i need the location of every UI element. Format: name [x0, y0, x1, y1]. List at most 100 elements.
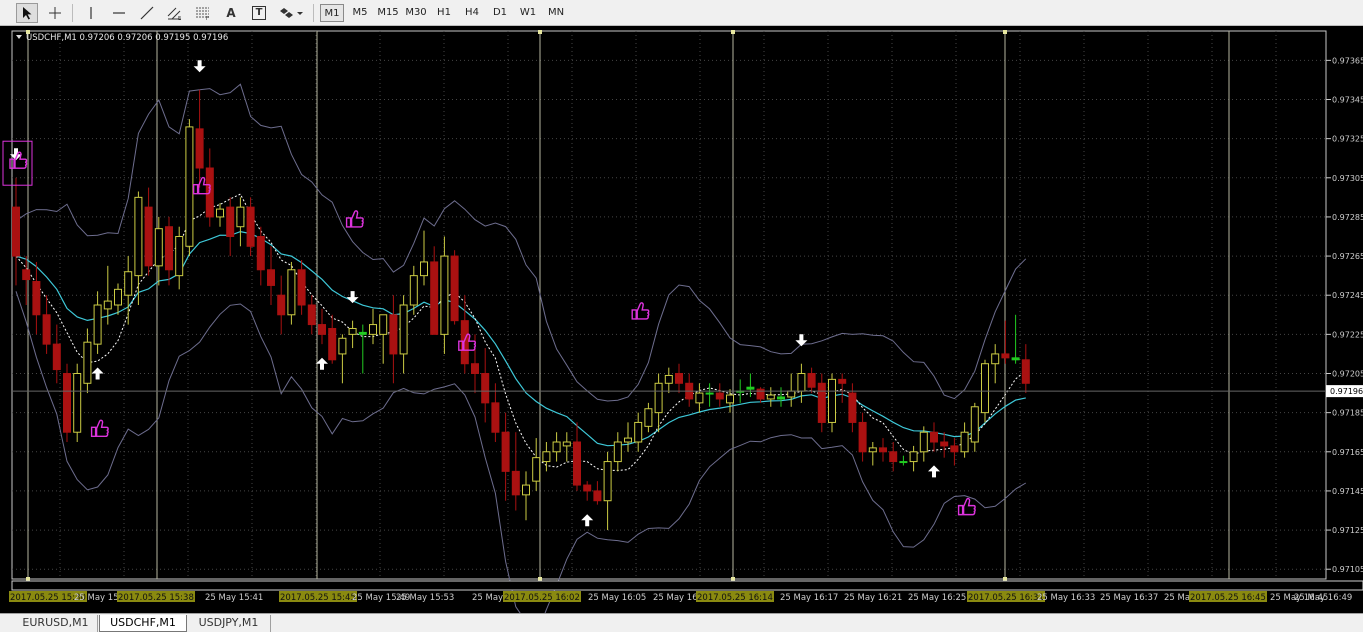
candle-body [858, 421, 867, 453]
trendline-tool[interactable] [136, 3, 158, 23]
text-label-tool[interactable]: T [248, 3, 270, 23]
candle-body [583, 484, 592, 492]
vline-handle[interactable] [26, 577, 30, 581]
candle-body [328, 327, 337, 361]
vline-handle[interactable] [1003, 30, 1007, 34]
candle-body [634, 421, 643, 443]
vline-handle[interactable] [538, 577, 542, 581]
x-tick-label: 25 May 16:25 [908, 593, 966, 603]
y-tick-label: 0.97165 [1332, 448, 1363, 457]
candle-body [430, 261, 439, 335]
candle-body [807, 373, 816, 388]
candle-body [777, 396, 785, 400]
x-tick-label: 2017.05.25 16:45 [1190, 593, 1266, 603]
tab-usdchf-m1[interactable]: USDCHF,M1 [99, 615, 187, 632]
x-tick-label: 25 May 16:33 [1037, 593, 1095, 603]
chart-tabs: EURUSD,M1 USDCHF,M1 USDJPY,M1 [0, 613, 1363, 632]
candle-body [981, 363, 989, 414]
timeframe-m1[interactable]: M1 [320, 4, 344, 22]
cursor-arrow-icon [23, 7, 32, 20]
tab-usdjpy-m1[interactable]: USDJPY,M1 [187, 615, 271, 632]
y-tick-label: 0.97145 [1332, 487, 1363, 496]
candle-body [297, 269, 306, 306]
candle-body [1021, 359, 1030, 384]
text-tool[interactable]: A [220, 3, 242, 23]
fibonacci-tool[interactable]: F [192, 3, 214, 23]
candle-body [960, 431, 969, 453]
cursor-tool[interactable] [16, 3, 38, 23]
x-tick-label: 25 May 16:05 [588, 593, 646, 603]
candle-body [593, 490, 602, 502]
candle-body [175, 236, 184, 277]
price-chart[interactable]: 0.97365 0.97345 0.97325 0.97305 0.97285 0.972… [0, 26, 1363, 632]
timeframe-m15[interactable]: M15 [376, 4, 400, 22]
candle [73, 363, 82, 442]
x-tick-label: 2017.05.25 16:14 [697, 593, 773, 603]
x-tick-label: 25 May 16:37 [1100, 593, 1158, 603]
candle [287, 261, 296, 325]
candle-body [726, 394, 734, 404]
candle-body [12, 206, 20, 257]
x-tick-label: 25 May 15:53 [396, 593, 454, 603]
candle-body [32, 281, 41, 316]
svg-text:F: F [206, 16, 209, 20]
candle-body [114, 288, 122, 306]
candle-body [236, 206, 245, 228]
y-tick-label: 0.97185 [1332, 409, 1363, 418]
vertical-line-icon [90, 7, 92, 19]
timeframe-mn[interactable]: MN [544, 4, 568, 22]
candle-body [287, 269, 296, 316]
candle-body [919, 431, 928, 453]
y-tick-label: 0.97365 [1332, 56, 1363, 65]
equidistant-channel-tool[interactable]: E [164, 3, 186, 23]
candle-body [52, 343, 61, 371]
candle-body [797, 373, 806, 392]
x-tick-label: 25 May 16:17 [780, 593, 838, 603]
candle-body [715, 392, 724, 400]
candle-body [573, 441, 581, 486]
candle-body [675, 373, 683, 384]
horizontal-line-tool[interactable] [108, 3, 130, 23]
candle-body [624, 437, 632, 443]
candle-body [450, 255, 459, 322]
timeframe-w1[interactable]: W1 [516, 4, 540, 22]
candle-body [970, 406, 979, 443]
candle-body [389, 314, 398, 355]
vline-handle[interactable] [731, 577, 735, 581]
candle-body [185, 126, 194, 247]
candle-body [532, 457, 541, 482]
crosshair-tool[interactable] [44, 3, 66, 23]
y-tick-label: 0.97105 [1332, 565, 1363, 574]
crosshair-icon [49, 7, 61, 19]
candle-body [511, 470, 520, 496]
candle-body [246, 206, 255, 247]
chart-scrollbar[interactable] [11, 580, 1363, 591]
timeframe-d1[interactable]: D1 [488, 4, 512, 22]
y-tick-label: 0.97285 [1332, 213, 1363, 222]
timeframe-h1[interactable]: H1 [432, 4, 456, 22]
candle-body [491, 402, 500, 433]
candle [185, 119, 194, 257]
timeframe-h4[interactable]: H4 [460, 4, 484, 22]
text-label-icon: T [252, 6, 266, 20]
candle-body [654, 382, 663, 414]
y-tick-label: 0.97245 [1332, 291, 1363, 300]
candle-body [83, 341, 92, 384]
candle-body [348, 327, 357, 335]
candle-body [124, 271, 133, 296]
vline-handle[interactable] [731, 30, 735, 34]
vline-handle[interactable] [1003, 577, 1007, 581]
shapes-menu-tool[interactable] [276, 3, 306, 23]
candle-body [307, 304, 316, 326]
tab-eurusd-m1[interactable]: EURUSD,M1 [14, 615, 98, 632]
shapes-dropdown-icon [280, 8, 303, 18]
x-tick-label: 25 May 15:41 [205, 593, 263, 603]
vline-handle[interactable] [538, 30, 542, 34]
candle-body [63, 373, 71, 433]
timeframe-m5[interactable]: M5 [348, 4, 372, 22]
timeframe-m30[interactable]: M30 [404, 4, 428, 22]
vertical-line-tool[interactable] [80, 3, 102, 23]
x-tick-label: 25 May 16:21 [844, 593, 902, 603]
fibonacci-icon: F [196, 7, 209, 20]
x-tick-label: 2017.05.25 16:02 [504, 593, 580, 603]
